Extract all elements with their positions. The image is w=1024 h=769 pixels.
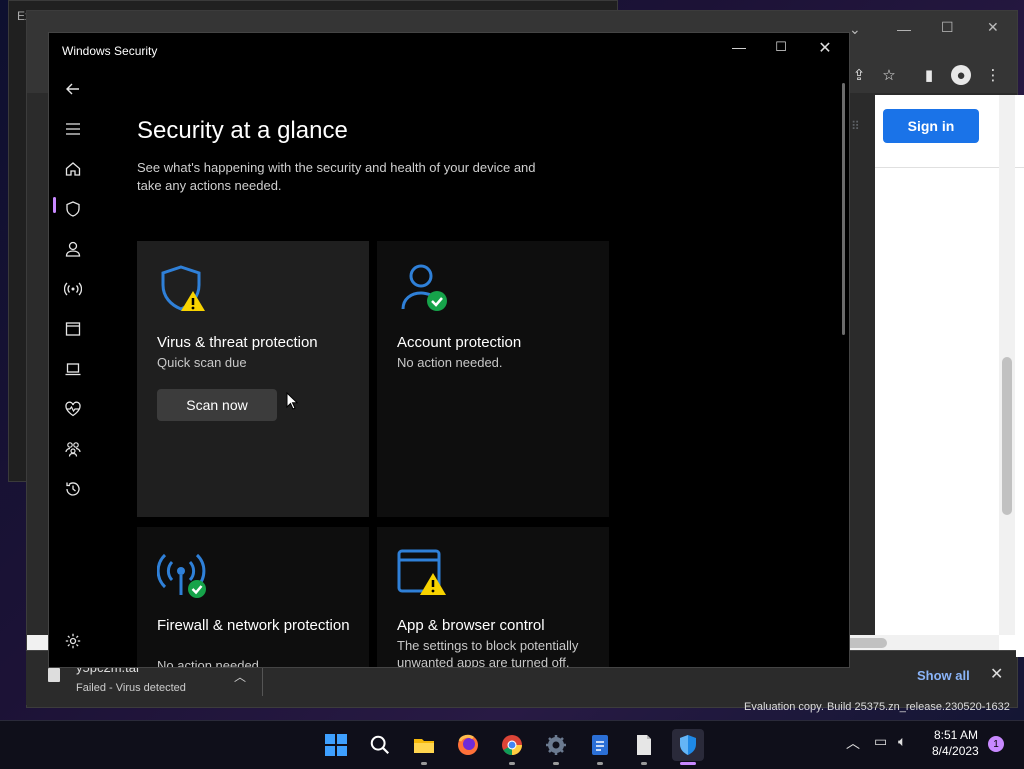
content-scrollbar[interactable]	[842, 83, 845, 335]
evaluation-copy-watermark: Evaluation copy. Build 25375.zn_release.…	[744, 701, 1010, 713]
sidepanel-icon[interactable]: ▮	[919, 65, 939, 85]
card-title: Firewall & network protection	[157, 617, 350, 634]
heart-pulse-icon[interactable]	[57, 393, 89, 425]
page-subtitle: See what's happening with the security a…	[137, 160, 536, 193]
card-app-browser-control[interactable]: App & browser control The settings to bl…	[377, 527, 609, 668]
card-account-protection[interactable]: Account protection No action needed.	[377, 241, 609, 517]
kebab-menu-icon[interactable]: ⋮	[983, 65, 1003, 85]
card-description: Quick scan due	[157, 355, 247, 370]
vertical-scrollbar[interactable]	[999, 95, 1015, 635]
antenna-check-icon	[156, 547, 213, 603]
windows-security-window: Windows Security — ☐ ✕ Security at a gla…	[48, 32, 850, 668]
start-icon[interactable]	[320, 729, 352, 761]
show-hidden-icons-chevron-icon[interactable]: ︿	[846, 733, 860, 753]
notification-badge[interactable]: 1	[988, 736, 1004, 752]
chrome-icon[interactable]	[496, 729, 528, 765]
card-virus-threat-protection[interactable]: Virus & threat protection Quick scan due…	[137, 241, 369, 517]
mouse-cursor-icon	[286, 391, 299, 410]
taskbar: ︿ ▭ 🔈︎	[0, 720, 1024, 769]
person-check-icon	[397, 261, 453, 317]
browser-window-icon[interactable]	[57, 313, 89, 345]
card-title: Virus & threat protection	[157, 334, 318, 351]
scan-now-button[interactable]: Scan now	[157, 389, 277, 421]
word-icon[interactable]	[584, 729, 616, 765]
chevron-up-icon[interactable]: ︿	[234, 668, 246, 685]
network-icon[interactable]: ▭	[874, 733, 887, 750]
firefox-icon[interactable]	[452, 729, 484, 761]
selection-indicator	[53, 197, 56, 213]
window-title: Windows Security	[62, 44, 158, 58]
close-download-bar-icon[interactable]: ✕	[990, 664, 1003, 684]
page-title: Security at a glance	[137, 117, 348, 144]
wifi-antenna-icon[interactable]	[57, 273, 89, 305]
card-description: No action needed.	[397, 355, 503, 370]
show-all-button[interactable]: Show all	[917, 668, 970, 683]
card-title: App & browser control	[397, 617, 545, 634]
family-icon[interactable]	[57, 433, 89, 465]
settings-icon[interactable]	[540, 729, 572, 765]
notepad-icon[interactable]	[628, 729, 660, 765]
sign-in-button[interactable]: Sign in	[883, 109, 979, 143]
clock-date[interactable]: 8/4/2023	[932, 744, 979, 758]
person-icon[interactable]	[57, 233, 89, 265]
card-firewall-network-protection[interactable]: Firewall & network protection No action …	[137, 527, 369, 668]
shield-warning-icon	[157, 261, 213, 317]
download-status: Failed - Virus detected	[76, 682, 186, 694]
history-icon[interactable]	[57, 473, 89, 505]
share-icon[interactable]: ⇪	[849, 65, 869, 85]
search-icon[interactable]	[364, 729, 396, 761]
gear-icon[interactable]	[57, 625, 89, 657]
navigation-pane	[49, 69, 97, 667]
file-icon	[48, 668, 60, 682]
back-arrow-icon[interactable]	[57, 73, 89, 105]
file-explorer-icon[interactable]	[408, 729, 440, 765]
clock-time[interactable]: 8:51 AM	[934, 728, 978, 742]
google-apps-icon[interactable]: ⠿	[851, 119, 865, 133]
browser-warning-icon	[397, 547, 453, 603]
maximize-icon[interactable]: ☐	[941, 19, 954, 36]
close-button[interactable]: ✕	[813, 38, 837, 58]
maximize-button[interactable]: ☐	[769, 39, 793, 59]
star-icon[interactable]: ☆	[879, 65, 899, 85]
hamburger-icon[interactable]	[57, 113, 89, 145]
card-description: No action needed.	[157, 658, 263, 668]
card-title: Account protection	[397, 334, 522, 351]
chevron-down-icon[interactable]: ⌄	[849, 21, 861, 38]
card-description: The settings to block potentially unwant…	[397, 638, 579, 668]
laptop-icon[interactable]	[57, 353, 89, 385]
minimize-button[interactable]: —	[727, 39, 751, 59]
volume-icon[interactable]: 🔈︎	[898, 733, 906, 750]
shield-icon[interactable]	[57, 193, 89, 225]
home-icon[interactable]	[57, 153, 89, 185]
profile-icon[interactable]: ●	[951, 65, 971, 85]
minimize-icon[interactable]: —	[897, 21, 911, 37]
windows-security-icon[interactable]	[672, 729, 704, 765]
close-icon[interactable]: ✕	[987, 19, 999, 36]
